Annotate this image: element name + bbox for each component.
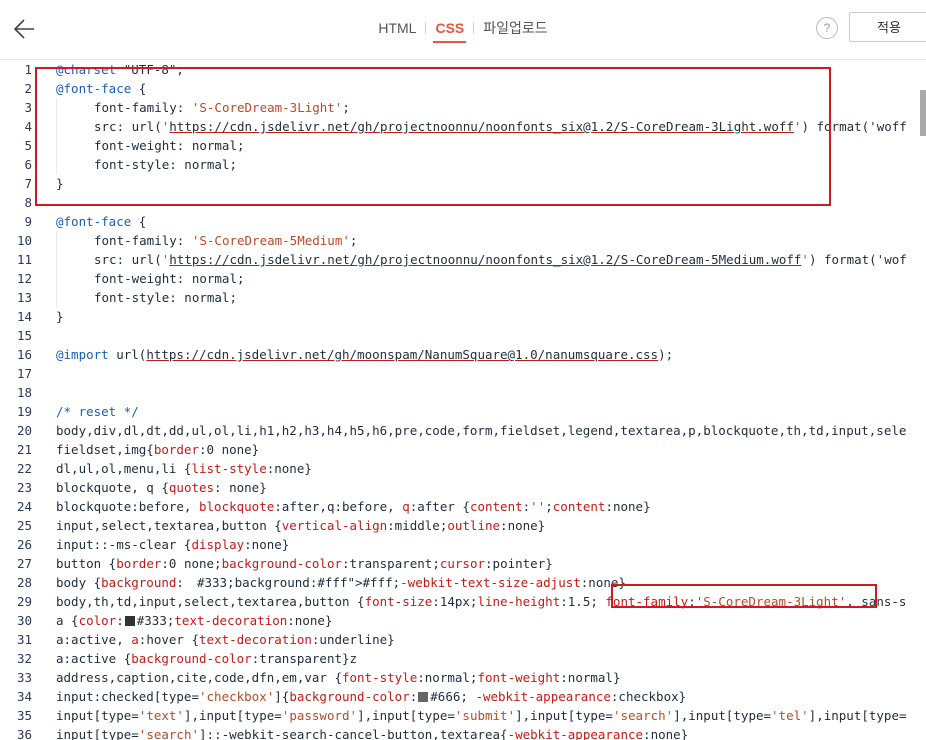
editor-scrollbar[interactable]: [920, 90, 926, 136]
code-line[interactable]: 9 @font-face {: [0, 212, 926, 231]
line-code: a:active, a:hover {text-decoration:under…: [56, 632, 395, 647]
line-number: 18: [16, 385, 32, 400]
code-line[interactable]: 32 a:active {background-color:transparent…: [0, 649, 926, 668]
line-number: 3: [24, 100, 32, 115]
tab-css[interactable]: CSS: [433, 20, 467, 43]
css-code-editor[interactable]: 1 @charset "UTF-8"; 2 @font-face {3 font-fam…: [0, 60, 926, 740]
line-number: 10: [16, 233, 32, 248]
code-line[interactable]: 19 /* reset */: [0, 402, 926, 421]
tab-bar: HTML CSS 파일업로드: [0, 18, 926, 43]
line-code: input[type='search']::-webkit-search-can…: [56, 727, 689, 740]
code-line[interactable]: 17: [0, 364, 926, 383]
tab-html[interactable]: HTML: [376, 20, 418, 36]
line-number: 14: [16, 309, 32, 324]
code-line[interactable]: 16 @import url(https://cdn.jsdelivr.net/g…: [0, 345, 926, 364]
line-number: 7: [24, 176, 32, 191]
line-code: font-weight: normal;: [56, 269, 245, 288]
line-number: 22: [16, 461, 32, 476]
line-number: 34: [16, 689, 32, 704]
line-code: @import url(https://cdn.jsdelivr.net/gh/…: [56, 347, 674, 362]
line-number: 33: [16, 670, 32, 685]
line-number: 19: [16, 404, 32, 419]
line-number: 28: [16, 575, 32, 590]
code-line[interactable]: 34 input:checked[type='checkbox']{backgro…: [0, 687, 926, 706]
line-number: 36: [16, 727, 32, 740]
line-number: 24: [16, 499, 32, 514]
line-number: 4: [24, 119, 32, 134]
line-number: 20: [16, 423, 32, 438]
line-number: 12: [16, 271, 32, 286]
line-number: 17: [16, 366, 32, 381]
line-code: input,select,textarea,button {vertical-a…: [56, 518, 546, 533]
code-line[interactable]: 26 input::-ms-clear {display:none}: [0, 535, 926, 554]
code-line[interactable]: 30 a {color: #333;text-decoration:none}: [0, 611, 926, 630]
code-line[interactable]: 18: [0, 383, 926, 402]
line-number: 26: [16, 537, 32, 552]
apply-button[interactable]: 적용: [849, 12, 926, 42]
line-number: 13: [16, 290, 32, 305]
line-number: 23: [16, 480, 32, 495]
line-number: 30: [16, 613, 32, 628]
line-number: 32: [16, 651, 32, 666]
code-line[interactable]: 25 input,select,textarea,button {vertical…: [0, 516, 926, 535]
line-number: 6: [24, 157, 32, 172]
editor-header: HTML CSS 파일업로드 ? 적용: [0, 0, 926, 60]
line-number: 29: [16, 594, 32, 609]
tab-file-upload[interactable]: 파일업로드: [481, 18, 549, 38]
line-number: 2: [24, 81, 32, 96]
line-number: 9: [24, 214, 32, 229]
tab-divider: [425, 22, 427, 34]
code-line[interactable]: 12 font-weight: normal;: [0, 269, 926, 288]
code-line[interactable]: 14}: [0, 307, 926, 326]
line-code: button {border:0 none;background-color:t…: [56, 556, 553, 571]
tab-divider: [473, 22, 475, 34]
highlight-box-font-family: [611, 584, 877, 608]
code-line[interactable]: 24 blockquote:before, blockquote:after,q:…: [0, 497, 926, 516]
code-line[interactable]: 13 font-style: normal;: [0, 288, 926, 307]
line-code: address,caption,cite,code,dfn,em,var {fo…: [56, 670, 621, 685]
line-code: blockquote, q {quotes: none}: [56, 480, 267, 495]
line-code: blockquote:before, blockquote:after,q:be…: [56, 499, 651, 514]
question-circle-icon[interactable]: ?: [816, 17, 838, 39]
line-code: a:active {background-color:transparent}z: [56, 651, 358, 666]
line-code: body {background: #333;background:#fff">#…: [56, 575, 626, 590]
line-number: 27: [16, 556, 32, 571]
line-number: 25: [16, 518, 32, 533]
line-number: 1: [24, 62, 32, 77]
line-code: input[type='text'],input[type='password'…: [56, 708, 907, 723]
line-number: 35: [16, 708, 32, 723]
line-code: fieldset,img{border:0 none}: [56, 442, 260, 457]
line-code: font-style: normal;: [56, 288, 237, 307]
line-code: a {color: #333;text-decoration:none}: [56, 613, 333, 628]
line-code: }: [56, 309, 64, 324]
highlight-box-font-face: [35, 67, 831, 206]
line-number: 21: [16, 442, 32, 457]
code-line[interactable]: 22 dl,ul,ol,menu,li {list-style:none}: [0, 459, 926, 478]
code-line[interactable]: 31 a:active, a:hover {text-decoration:und…: [0, 630, 926, 649]
code-line[interactable]: 36 input[type='search']::-webkit-search-c…: [0, 725, 926, 740]
line-number: 31: [16, 632, 32, 647]
line-code: body,div,dl,dt,dd,ul,ol,li,h1,h2,h3,h4,h…: [56, 423, 907, 438]
line-number: 11: [16, 252, 32, 267]
line-code: font-family: 'S-CoreDream-5Medium';: [56, 231, 357, 250]
code-line[interactable]: 20 body,div,dl,dt,dd,ul,ol,li,h1,h2,h3,h4…: [0, 421, 926, 440]
code-line[interactable]: 27 button {border:0 none;background-color…: [0, 554, 926, 573]
line-code: @font-face {: [56, 214, 147, 229]
line-code: /* reset */: [56, 404, 139, 419]
code-line[interactable]: 33 address,caption,cite,code,dfn,em,var {…: [0, 668, 926, 687]
line-code: dl,ul,ol,menu,li {list-style:none}: [56, 461, 312, 476]
code-line[interactable]: 23 blockquote, q {quotes: none}: [0, 478, 926, 497]
code-line[interactable]: 21 fieldset,img{border:0 none}: [0, 440, 926, 459]
line-number: 5: [24, 138, 32, 153]
code-line[interactable]: 10 font-family: 'S-CoreDream-5Medium';: [0, 231, 926, 250]
line-code: input::-ms-clear {display:none}: [56, 537, 290, 552]
line-number: 8: [24, 195, 32, 210]
code-line[interactable]: 35 input[type='text'],input[type='passwor…: [0, 706, 926, 725]
line-number: 15: [16, 328, 32, 343]
line-number: 16: [16, 347, 32, 362]
code-line[interactable]: 15: [0, 326, 926, 345]
code-line[interactable]: 11 src: url('https://cdn.jsdelivr.net/gh/…: [0, 250, 926, 269]
line-code: src: url('https://cdn.jsdelivr.net/gh/pr…: [56, 250, 907, 269]
line-code: input:checked[type='checkbox']{backgroun…: [56, 689, 687, 704]
